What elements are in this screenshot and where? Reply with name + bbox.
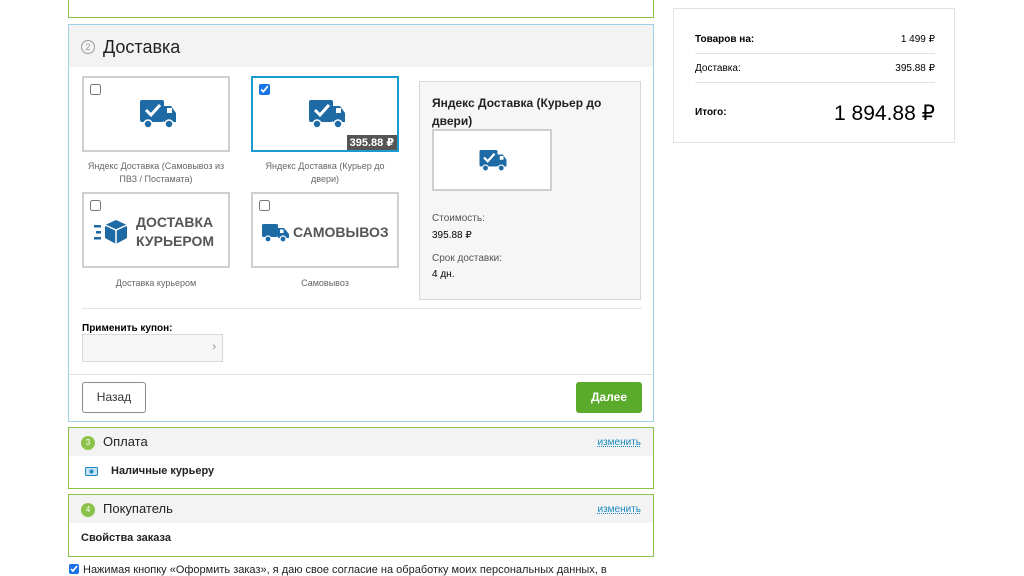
delivery-option-caption: Яндекс Доставка (Самовывоз из ПВЗ / Пост…: [87, 161, 225, 184]
payment-value: Наличные курьеру: [111, 465, 215, 477]
courier-logo-text-2: КУРЬЕРОМ: [136, 233, 215, 249]
payment-change-link[interactable]: изменить: [597, 437, 641, 448]
term-label: Срок доставки:: [432, 253, 502, 264]
buyer-header: 4 Покупатель изменить: [69, 495, 653, 523]
consent-checkbox[interactable]: [69, 564, 79, 574]
coupon-label: Применить купон:: [82, 323, 173, 334]
payment-header: 3 Оплата изменить: [69, 428, 653, 456]
total-value: 1 894.88 ₽: [834, 102, 935, 125]
term-value: 4 дн.: [432, 269, 455, 280]
delivery-info-title: Яндекс Доставка (Курьер до двери): [432, 96, 602, 128]
truck-icon: [262, 224, 289, 243]
step-badge: 4: [81, 503, 95, 517]
delivery-cost-value: 395.88 ₽: [895, 63, 935, 74]
option-checkbox[interactable]: [90, 200, 101, 211]
delivery-info-panel: Яндекс Доставка (Курьер до двери) Стоимо…: [419, 81, 641, 300]
delivery-option-yandex-pickup[interactable]: [82, 76, 230, 152]
back-button[interactable]: Назад: [82, 382, 146, 413]
truck-check-icon: [479, 150, 507, 172]
truck-check-icon: [309, 100, 345, 129]
step-number: 2: [81, 40, 95, 54]
delivery-option-caption: Яндекс Доставка (Курьер до двери): [265, 161, 385, 184]
option-checkbox[interactable]: [259, 200, 270, 211]
delivery-header: 2 Доставка: [69, 25, 653, 67]
buyer-title: Покупатель: [103, 501, 173, 516]
buyer-value: Свойства заказа: [81, 532, 171, 544]
goods-label: Товаров на:: [695, 34, 755, 45]
next-button[interactable]: Далее: [576, 382, 642, 413]
buyer-change-link[interactable]: изменить: [597, 504, 641, 515]
delivery-option-caption: Доставка курьером: [115, 278, 197, 288]
option-checkbox[interactable]: [90, 84, 101, 95]
divider: [69, 374, 653, 375]
coupon-input[interactable]: ›: [82, 334, 223, 362]
order-summary: Товаров на: 1 499 ₽ Доставка: 395.88 ₽ И…: [673, 8, 955, 143]
truck-check-icon: [140, 100, 176, 129]
cost-value: 395.88 ₽: [432, 230, 472, 241]
delivery-cost-label: Доставка:: [695, 63, 741, 74]
consent-row: Нажимая кнопку «Оформить заказ», я даю с…: [69, 564, 607, 576]
total-row: Итого: 1 894.88 ₽: [695, 101, 935, 127]
pickup-logo-text: САМОВЫВОЗ: [293, 224, 389, 240]
delivery-option-caption: Самовывоз: [301, 278, 349, 288]
delivery-title: Доставка: [103, 37, 181, 57]
divider: [695, 82, 935, 83]
payment-section: 3 Оплата изменить Наличные курьеру: [68, 427, 654, 489]
payment-title: Оплата: [103, 434, 148, 449]
step-badge: 3: [81, 436, 95, 450]
consent-text: Нажимая кнопку «Оформить заказ», я даю с…: [83, 564, 607, 576]
delivery-section: 2 Доставка Яндекс Доставка (Самовывоз из…: [68, 24, 654, 422]
courier-logo-text-1: ДОСТАВКА: [136, 214, 214, 230]
divider: [695, 53, 935, 54]
option-checkbox[interactable]: [259, 84, 270, 95]
goods-value: 1 499 ₽: [900, 34, 935, 45]
option-price-badge: 395.88 ₽: [346, 135, 397, 150]
delivery-option-pickup[interactable]: САМОВЫВОЗ: [251, 192, 399, 268]
delivery-option-courier[interactable]: ДОСТАВКА КУРЬЕРОМ: [82, 192, 230, 268]
fast-box-icon: [94, 220, 128, 244]
buyer-section: 4 Покупатель изменить Свойства заказа: [68, 494, 654, 557]
delivery-info-image: [432, 129, 552, 191]
previous-section: [68, 0, 654, 18]
chevron-right-icon[interactable]: ›: [212, 341, 216, 353]
total-label: Итого:: [695, 107, 727, 118]
divider: [82, 308, 642, 309]
cost-label: Стоимость:: [432, 213, 485, 224]
delivery-option-yandex-courier[interactable]: 395.88 ₽: [251, 76, 399, 152]
cash-icon: [85, 467, 98, 476]
